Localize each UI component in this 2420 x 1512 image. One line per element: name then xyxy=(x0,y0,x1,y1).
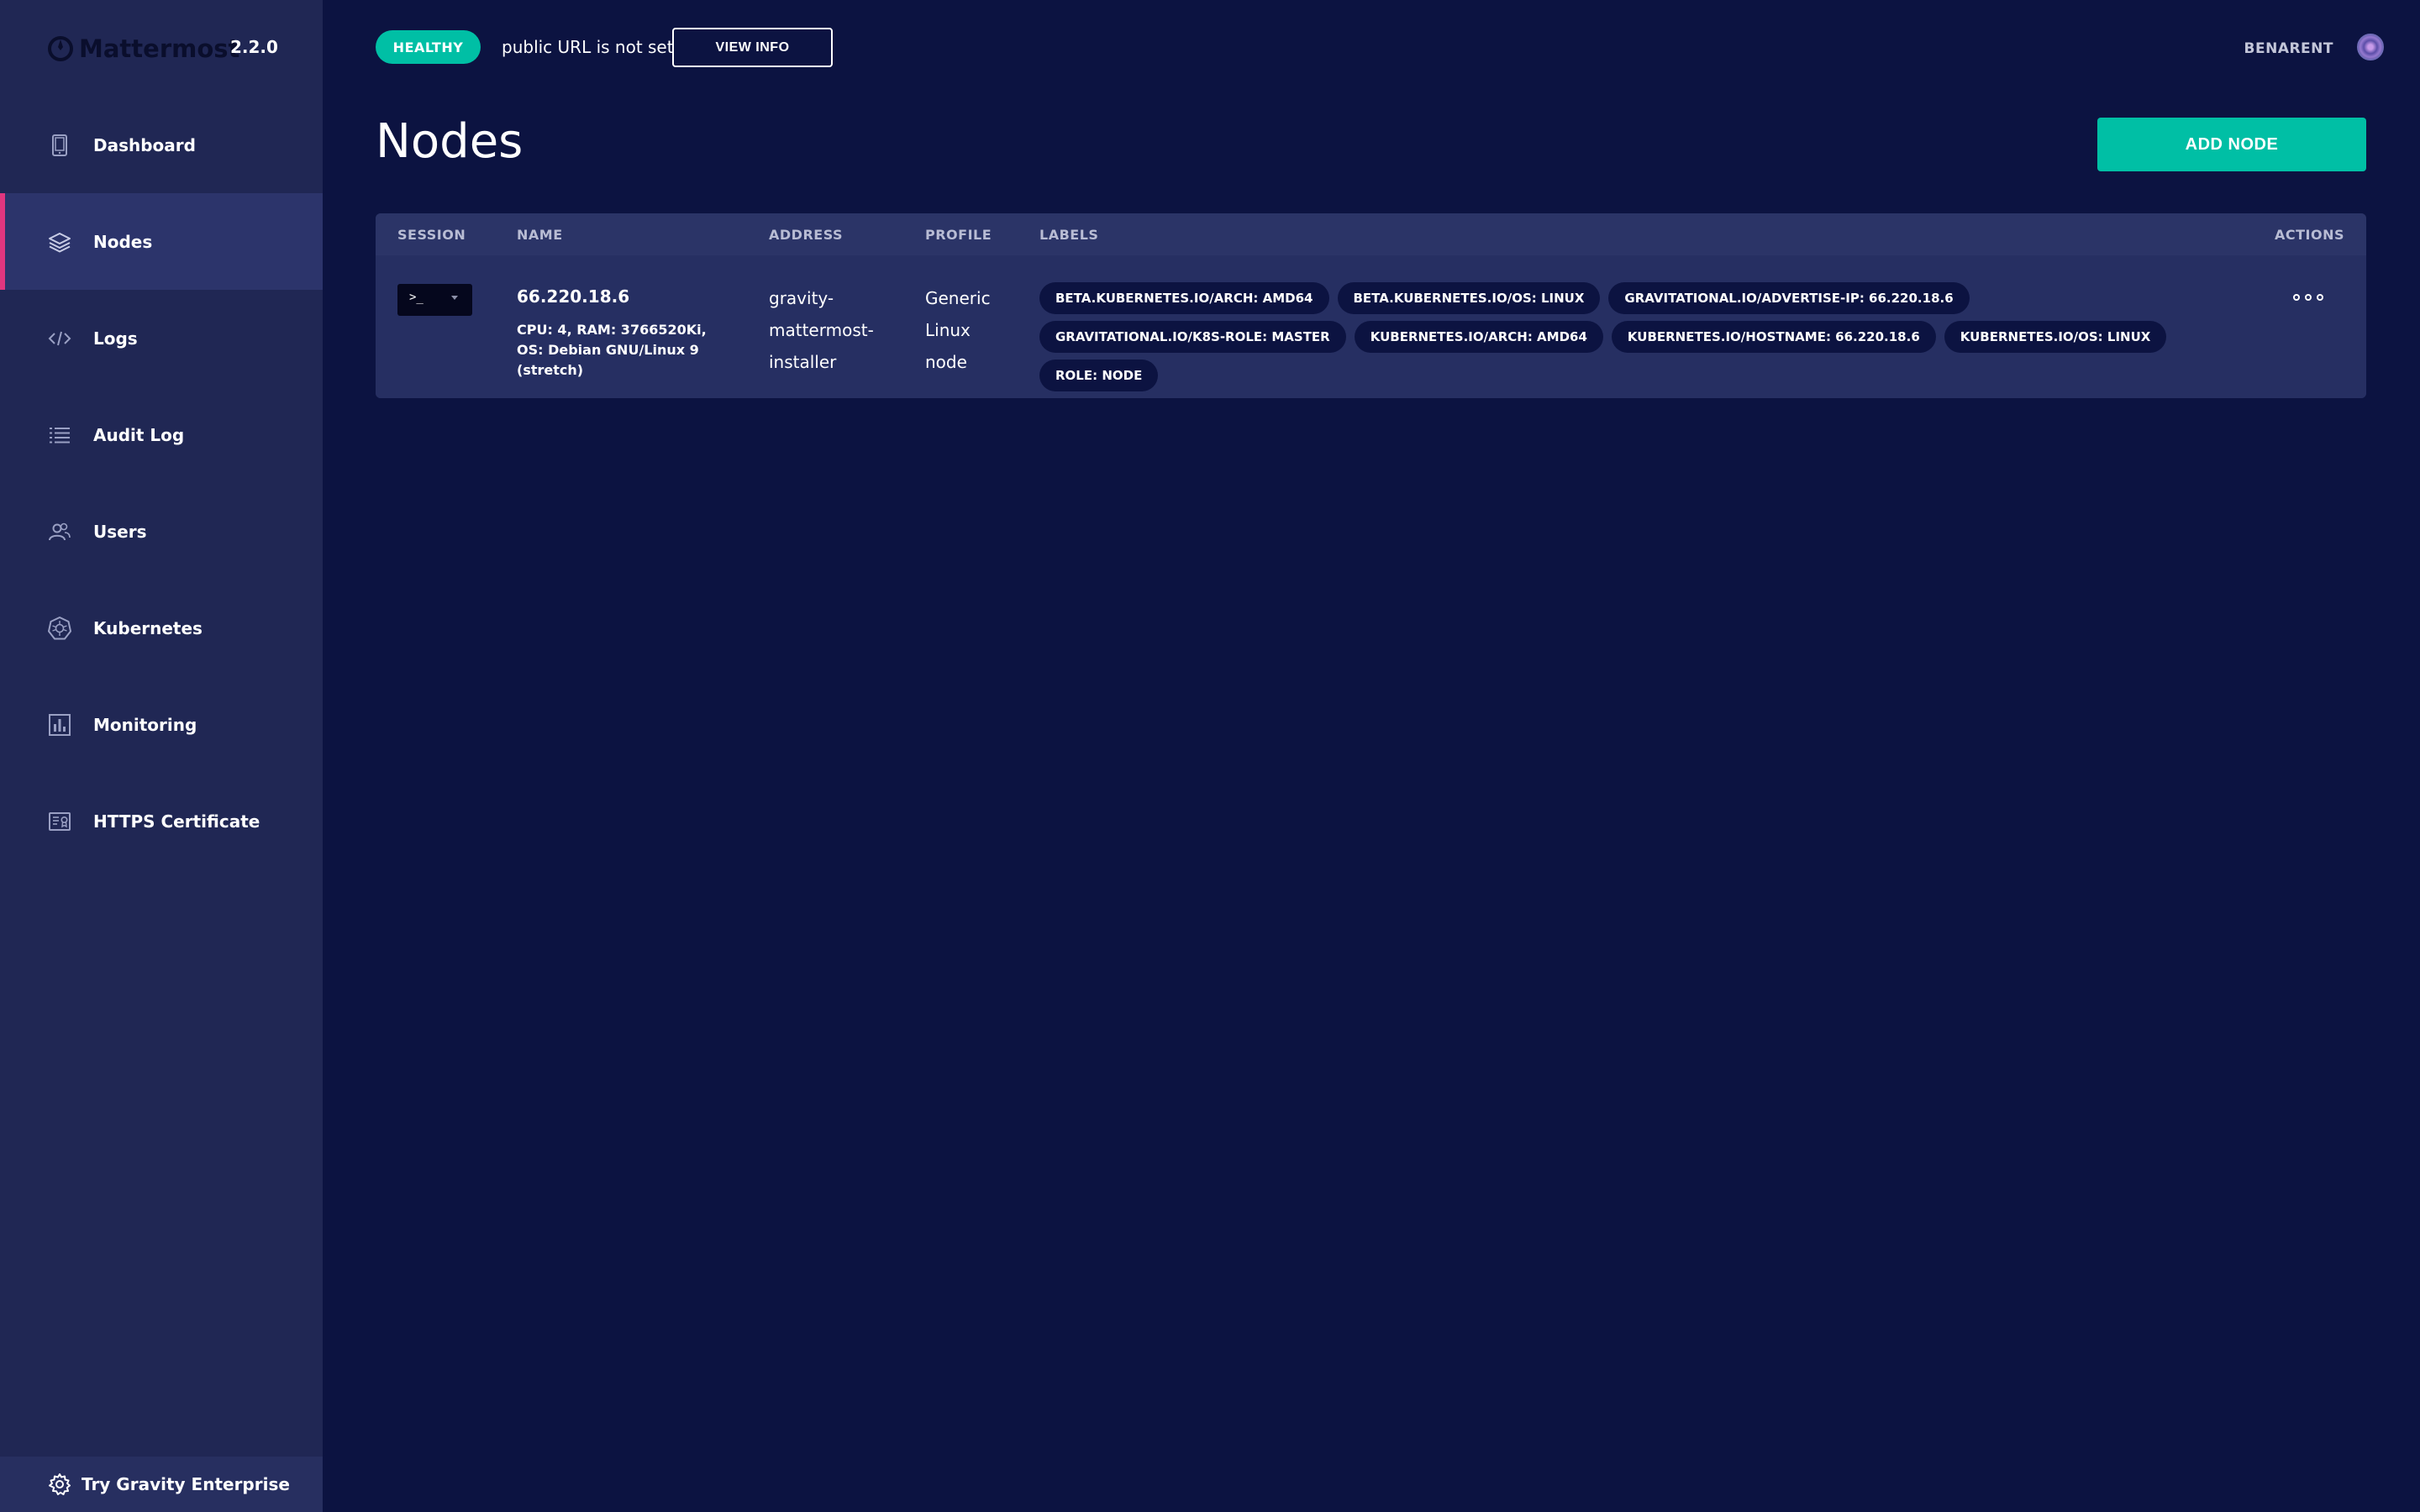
sidebar-item-nodes[interactable]: Nodes xyxy=(0,193,323,290)
node-labels: BETA.KUBERNETES.IO/ARCH: AMD64 BETA.KUBE… xyxy=(1039,282,2216,391)
public-url-message: public URL is not set xyxy=(502,37,674,57)
table-header: SESSION NAME ADDRESS PROFILE LABELS ACTI… xyxy=(376,213,2366,255)
node-address: gravity-mattermost-installer xyxy=(769,288,874,372)
avatar[interactable] xyxy=(2357,34,2384,60)
sidebar: Mattermost 2.2.0 Dashboard Nodes Logs Au… xyxy=(0,0,323,1512)
label-chip: KUBERNETES.IO/OS: LINUX xyxy=(1944,321,2167,353)
terminal-icon: >_ xyxy=(409,291,424,304)
label-chip: ROLE: NODE xyxy=(1039,360,1159,391)
label-chip: KUBERNETES.IO/ARCH: AMD64 xyxy=(1354,321,1603,353)
more-dot-icon xyxy=(2317,294,2323,301)
view-info-button[interactable]: VIEW INFO xyxy=(672,28,833,67)
ssh-session-button[interactable]: >_ xyxy=(397,284,472,316)
try-gravity-enterprise-link[interactable]: Try Gravity Enterprise xyxy=(0,1457,323,1512)
node-profile: Generic Linux node xyxy=(925,288,991,372)
add-node-button[interactable]: ADD NODE xyxy=(2097,118,2366,171)
sidebar-item-logs[interactable]: Logs xyxy=(0,290,323,386)
nodes-table: SESSION NAME ADDRESS PROFILE LABELS ACTI… xyxy=(376,213,2366,398)
column-header-labels: LABELS xyxy=(1039,227,1099,243)
page-title: Nodes xyxy=(376,114,523,169)
sidebar-item-label: Kubernetes xyxy=(93,617,203,638)
footer-label: Try Gravity Enterprise xyxy=(82,1474,290,1494)
certificate-icon xyxy=(49,811,71,831)
layers-icon xyxy=(49,232,71,252)
sidebar-item-label: Logs xyxy=(93,328,138,349)
sidebar-item-audit-log[interactable]: Audit Log xyxy=(0,386,323,483)
tablet-icon xyxy=(52,134,67,156)
sidebar-item-dashboard[interactable]: Dashboard xyxy=(0,97,323,193)
bar-chart-icon xyxy=(49,713,71,736)
kubernetes-icon xyxy=(48,616,71,639)
chevron-down-icon xyxy=(451,296,458,300)
more-dot-icon xyxy=(2293,294,2300,301)
label-chip: BETA.KUBERNETES.IO/OS: LINUX xyxy=(1337,282,1601,314)
label-chip: GRAVITATIONAL.IO/K8S-ROLE: MASTER xyxy=(1039,321,1346,353)
column-header-actions: ACTIONS xyxy=(2274,227,2344,243)
node-name: 66.220.18.6 xyxy=(517,286,630,307)
column-header-address: ADDRESS xyxy=(769,227,844,243)
column-header-name: NAME xyxy=(517,227,563,243)
sidebar-item-label: Users xyxy=(93,521,147,542)
gear-icon xyxy=(49,1473,71,1495)
app-version: 2.2.0 xyxy=(230,37,278,57)
sidebar-item-label: Nodes xyxy=(93,231,153,252)
code-icon xyxy=(48,331,71,345)
label-chip: KUBERNETES.IO/HOSTNAME: 66.220.18.6 xyxy=(1611,321,1936,353)
node-specs: CPU: 4, RAM: 3766520Ki, OS: Debian GNU/L… xyxy=(517,322,707,378)
app-name: Mattermost xyxy=(79,34,240,63)
app-logo[interactable]: Mattermost xyxy=(47,32,239,66)
sidebar-item-label: Monitoring xyxy=(93,714,197,735)
username-menu[interactable]: BENARENT xyxy=(2244,40,2333,57)
users-icon xyxy=(49,522,71,540)
mattermost-logo-icon xyxy=(48,36,73,61)
list-icon xyxy=(50,427,70,443)
table-row: >_ 66.220.18.6 CPU: 4, RAM: 3766520Ki, O… xyxy=(376,255,2366,398)
sidebar-item-https-certificate[interactable]: HTTPS Certificate xyxy=(0,773,323,869)
sidebar-item-label: Dashboard xyxy=(93,134,196,155)
column-header-session: SESSION xyxy=(397,227,466,243)
sidebar-item-label: HTTPS Certificate xyxy=(93,811,260,832)
sidebar-item-users[interactable]: Users xyxy=(0,483,323,580)
sidebar-item-label: Audit Log xyxy=(93,424,185,445)
status-badge: HEALTHY xyxy=(376,30,481,64)
label-chip: GRAVITATIONAL.IO/ADVERTISE-IP: 66.220.18… xyxy=(1608,282,1970,314)
row-actions-button[interactable] xyxy=(2293,287,2323,307)
label-chip: BETA.KUBERNETES.IO/ARCH: AMD64 xyxy=(1039,282,1329,314)
more-dot-icon xyxy=(2305,294,2312,301)
column-header-profile: PROFILE xyxy=(925,227,992,243)
sidebar-item-kubernetes[interactable]: Kubernetes xyxy=(0,580,323,676)
sidebar-item-monitoring[interactable]: Monitoring xyxy=(0,676,323,773)
